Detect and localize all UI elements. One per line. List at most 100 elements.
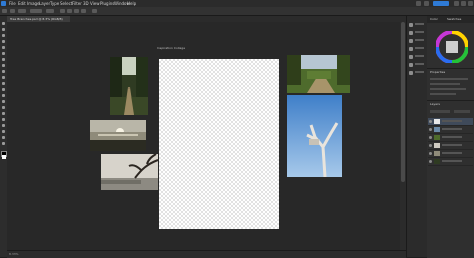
layer-dropdown[interactable] xyxy=(30,9,42,13)
visibility-eye-icon[interactable] xyxy=(429,144,432,147)
zoom-level[interactable]: 8.33% xyxy=(9,252,19,256)
libraries-panel-icon[interactable] xyxy=(409,46,425,52)
visibility-eye-icon[interactable] xyxy=(429,136,432,139)
minimize-icon[interactable] xyxy=(454,1,459,6)
properties-panel-icon[interactable] xyxy=(409,30,425,36)
lasso-tool-icon[interactable] xyxy=(1,34,6,38)
layer-row[interactable] xyxy=(428,142,473,150)
eyedropper-tool-icon[interactable] xyxy=(1,58,6,62)
healing-brush-tool-icon[interactable] xyxy=(1,64,6,68)
opacity-field[interactable] xyxy=(454,110,470,113)
frame-tool-icon[interactable] xyxy=(1,52,6,56)
menu-plugins[interactable]: Plugins xyxy=(100,1,114,6)
layer-name xyxy=(442,120,462,122)
menu-help[interactable]: Help xyxy=(127,1,136,6)
history-brush-tool-icon[interactable] xyxy=(1,82,6,86)
layer-name xyxy=(442,144,462,146)
background-color-swatch[interactable] xyxy=(2,155,6,159)
search-icon[interactable] xyxy=(416,1,421,6)
layer-name xyxy=(442,136,462,138)
layer-thumbnail xyxy=(434,135,440,140)
adjustments-panel-icon[interactable] xyxy=(409,38,425,44)
auto-select-checkbox[interactable] xyxy=(18,9,26,13)
properties-row xyxy=(430,78,468,80)
pen-tool-icon[interactable] xyxy=(1,112,6,116)
bare-tree-shore-image[interactable] xyxy=(101,154,158,190)
document-canvas[interactable] xyxy=(159,59,279,229)
menu-filter[interactable]: Filter xyxy=(72,1,82,6)
dodge-tool-icon[interactable] xyxy=(1,106,6,110)
layer-row[interactable] xyxy=(428,118,473,126)
visibility-eye-icon[interactable] xyxy=(429,152,432,155)
path-select-tool-icon[interactable] xyxy=(1,124,6,128)
share-button[interactable] xyxy=(433,1,449,6)
panel-dock-icons xyxy=(406,16,427,257)
layers-panel: Layers xyxy=(427,100,474,258)
distribute-icon[interactable] xyxy=(81,9,86,13)
brushes-panel-icon[interactable] xyxy=(409,54,425,60)
align-right-icon[interactable] xyxy=(74,9,79,13)
layer-name xyxy=(442,128,462,130)
align-center-icon[interactable] xyxy=(67,9,72,13)
marquee-tool-icon[interactable] xyxy=(1,28,6,32)
color-panel-header: Color Swatches xyxy=(427,16,474,23)
visibility-eye-icon[interactable] xyxy=(429,160,432,163)
menu-file[interactable]: File xyxy=(9,1,16,6)
zoom-tool-icon[interactable] xyxy=(1,142,6,146)
align-left-icon[interactable] xyxy=(60,9,65,13)
blend-mode-dropdown[interactable] xyxy=(430,110,450,113)
paths-panel-icon[interactable] xyxy=(409,62,425,68)
trail-landscape-image[interactable] xyxy=(287,55,350,93)
dead-tree-sky-image[interactable] xyxy=(287,95,342,177)
menu-3d[interactable]: 3D xyxy=(83,1,89,6)
layer-row[interactable] xyxy=(428,134,473,142)
properties-row xyxy=(430,88,466,90)
tab-color[interactable]: Color xyxy=(430,17,438,22)
layer-name xyxy=(442,160,462,162)
more-options-icon[interactable] xyxy=(92,9,97,13)
visibility-eye-icon[interactable] xyxy=(429,128,432,131)
color-wheel[interactable] xyxy=(435,30,469,64)
photoshop-logo-icon[interactable] xyxy=(1,1,6,6)
tool-preset-icon[interactable] xyxy=(10,9,15,13)
move-tool-icon[interactable] xyxy=(1,22,6,26)
hand-tool-icon[interactable] xyxy=(1,136,6,140)
layer-row[interactable] xyxy=(428,150,473,158)
visibility-eye-icon[interactable] xyxy=(429,120,432,123)
brush-tool-icon[interactable] xyxy=(1,70,6,74)
tab-layers[interactable]: Layers xyxy=(430,102,440,107)
menu-select[interactable]: Select xyxy=(60,1,72,6)
type-tool-icon[interactable] xyxy=(1,118,6,122)
properties-row xyxy=(430,93,456,95)
clone-stamp-tool-icon[interactable] xyxy=(1,76,6,80)
lake-sunset-image[interactable] xyxy=(90,120,146,151)
eraser-tool-icon[interactable] xyxy=(1,88,6,92)
history-panel-icon[interactable] xyxy=(409,22,425,28)
blur-tool-icon[interactable] xyxy=(1,100,6,104)
close-icon[interactable] xyxy=(468,1,473,6)
menu-layer[interactable]: Layer xyxy=(39,1,50,6)
menu-image[interactable]: Image xyxy=(27,1,40,6)
home-icon[interactable] xyxy=(2,9,7,13)
rectangle-tool-icon[interactable] xyxy=(1,130,6,134)
crop-tool-icon[interactable] xyxy=(1,46,6,50)
workspace-icon[interactable] xyxy=(424,1,429,6)
menu-view[interactable]: View xyxy=(90,1,100,6)
layer-thumbnail xyxy=(434,143,440,148)
menu-type[interactable]: Type xyxy=(50,1,59,6)
tab-swatches[interactable]: Swatches xyxy=(447,17,461,22)
layer-thumbnail xyxy=(434,159,440,164)
gradient-tool-icon[interactable] xyxy=(1,94,6,98)
maximize-icon[interactable] xyxy=(461,1,466,6)
layer-row[interactable] xyxy=(428,126,473,134)
transform-controls-checkbox[interactable] xyxy=(46,9,54,13)
layer-row[interactable] xyxy=(428,158,473,166)
tab-properties[interactable]: Properties xyxy=(430,70,445,75)
layer-thumbnail xyxy=(434,119,440,124)
layer-name xyxy=(442,152,462,154)
forest-path-image[interactable] xyxy=(110,57,148,115)
scroll-thumb[interactable] xyxy=(401,22,405,182)
quick-select-tool-icon[interactable] xyxy=(1,40,6,44)
channels-panel-icon[interactable] xyxy=(409,70,425,76)
menu-edit[interactable]: Edit xyxy=(18,1,26,6)
